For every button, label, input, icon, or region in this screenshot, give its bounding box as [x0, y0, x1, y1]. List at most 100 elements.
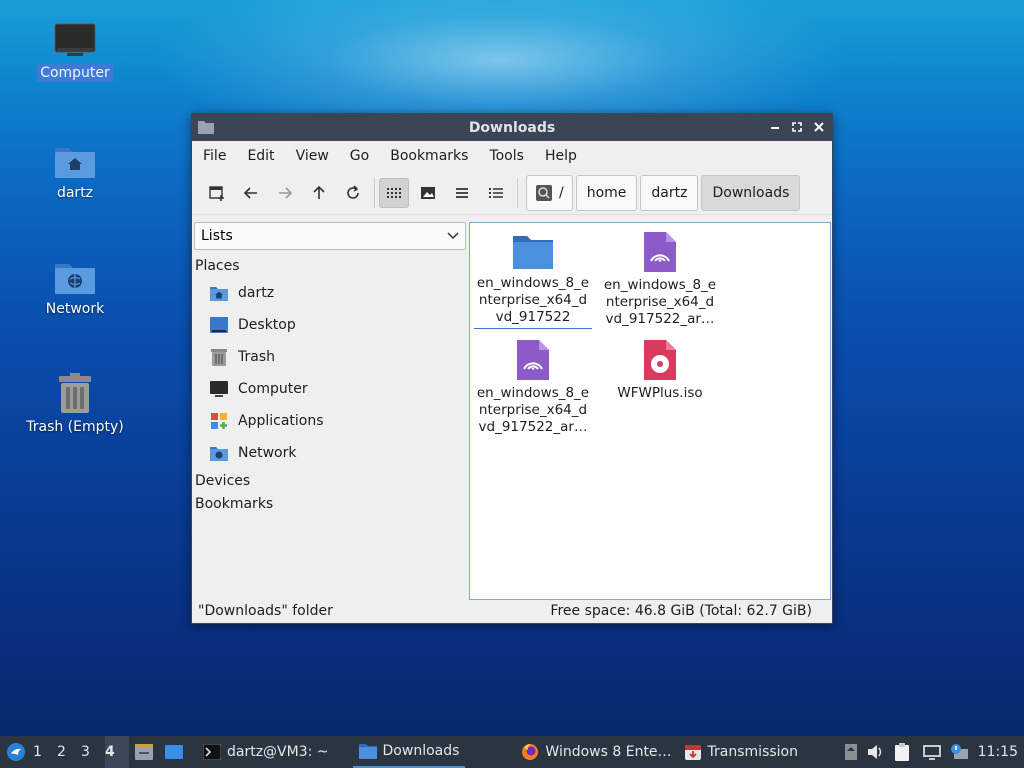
workspace-4[interactable]: 4	[105, 736, 129, 768]
side-pane-mode-select[interactable]: Lists	[194, 222, 466, 250]
reload-icon	[347, 184, 359, 199]
file-name-line: WFWPlus.iso	[617, 385, 703, 401]
file-item[interactable]: WFWPlus.iso	[600, 339, 720, 402]
section-bookmarks[interactable]: Bookmarks	[192, 492, 468, 515]
minimize-button[interactable]	[768, 118, 782, 136]
arrow-left-icon	[243, 186, 257, 199]
menu-tools[interactable]: Tools	[484, 148, 534, 164]
transmission-icon	[684, 745, 701, 760]
breadcrumb-downloads[interactable]: Downloads	[701, 174, 801, 211]
desktop-icon-label: Trash (Empty)	[26, 419, 124, 435]
volume-icon[interactable]	[866, 743, 884, 761]
title-bar[interactable]: Downloads	[192, 114, 832, 141]
menu-go[interactable]: Go	[345, 148, 379, 164]
workspace-2[interactable]: 2	[57, 736, 81, 768]
minimize-icon	[771, 127, 779, 129]
breadcrumb-home[interactable]: home	[575, 174, 638, 211]
close-icon	[814, 122, 824, 132]
menu-file[interactable]: File	[198, 148, 236, 164]
place-label: Desktop	[238, 317, 296, 333]
file-item[interactable]: en_windows_8_e nterprise_x64_d vd_917522…	[473, 339, 593, 436]
place-item-desktop[interactable]: Desktop	[192, 309, 468, 341]
back-button[interactable]	[236, 178, 266, 208]
desktop-icon-network[interactable]: Network	[20, 256, 130, 318]
clock[interactable]: 11:15	[978, 744, 1018, 760]
file-name-line: vd_917522_ar…	[478, 419, 588, 435]
detailed-view-button[interactable]	[481, 178, 511, 208]
icon-view-button[interactable]	[379, 177, 409, 208]
network-folder-icon	[55, 264, 95, 294]
taskbar: 1 2 3 4 dartz@VM3: ~ Downloads Windows 8…	[0, 736, 1024, 768]
home-folder-icon	[55, 148, 95, 178]
file-name-line: vd_917522_ar…	[605, 311, 715, 327]
show-desktop-icon	[165, 745, 183, 759]
breadcrumb-dartz[interactable]: dartz	[640, 174, 699, 211]
quicklaunch-files[interactable]	[129, 736, 159, 768]
maximize-icon	[792, 122, 802, 132]
tray-scroll-icon[interactable]	[844, 743, 858, 761]
section-devices[interactable]: Devices	[192, 469, 468, 492]
folder-icon	[358, 744, 377, 759]
place-item-network[interactable]: Network	[192, 437, 468, 469]
breadcrumb-root[interactable]: /	[526, 174, 573, 211]
desktop-icon-computer[interactable]: Computer	[20, 22, 130, 82]
task-label: Transmission	[707, 744, 798, 760]
task-transmission[interactable]: Transmission	[678, 736, 804, 768]
workspace-1[interactable]: 1	[33, 736, 57, 768]
desktop-icon-home[interactable]: dartz	[20, 140, 130, 202]
trash-icon	[211, 349, 227, 366]
place-label: Applications	[238, 413, 324, 429]
compact-view-button[interactable]	[447, 178, 477, 208]
grid-view-icon	[387, 187, 401, 198]
up-button[interactable]	[304, 178, 334, 208]
network-folder-icon	[210, 447, 228, 461]
reload-button[interactable]	[338, 178, 368, 208]
image-view-icon	[421, 186, 435, 199]
disc-image-icon	[644, 340, 676, 380]
side-pane: Lists Places dartz Desktop Trash Compute…	[192, 216, 468, 596]
desktop-icon-label: Network	[45, 301, 105, 317]
file-name-line: en_windows_8_e	[603, 277, 717, 293]
network-status-icon[interactable]	[922, 743, 942, 761]
place-item-trash[interactable]: Trash	[192, 341, 468, 373]
file-name-line: en_windows_8_e	[476, 385, 590, 401]
file-item[interactable]: en_windows_8_e nterprise_x64_d vd_917522	[473, 231, 593, 329]
quicklaunch-desktop[interactable]	[159, 736, 189, 768]
place-item-computer[interactable]: Computer	[192, 373, 468, 405]
start-menu-button[interactable]	[0, 736, 32, 768]
task-downloads[interactable]: Downloads	[352, 736, 466, 768]
focus-underline	[474, 328, 592, 329]
file-name: WFWPlus.iso	[600, 385, 720, 402]
workspace-3[interactable]: 3	[81, 736, 105, 768]
lubuntu-logo-icon	[7, 743, 25, 761]
section-places: Places	[195, 257, 240, 274]
drive-icon	[536, 184, 552, 201]
folder-icon	[513, 236, 553, 269]
new-tab-button[interactable]	[202, 178, 232, 208]
file-name-line: nterprise_x64_d	[478, 292, 588, 308]
task-terminal[interactable]: dartz@VM3: ~	[197, 736, 335, 768]
update-notifier-icon[interactable]	[950, 743, 970, 761]
arrow-up-icon	[313, 185, 325, 199]
menu-view[interactable]: View	[291, 148, 339, 164]
place-item-applications[interactable]: Applications	[192, 405, 468, 437]
close-button[interactable]	[812, 118, 826, 136]
menu-bookmarks[interactable]: Bookmarks	[385, 148, 478, 164]
file-view[interactable]: en_windows_8_e nterprise_x64_d vd_917522…	[469, 222, 831, 600]
new-tab-icon	[209, 185, 224, 201]
forward-button[interactable]	[270, 178, 300, 208]
place-label: Trash	[238, 349, 275, 365]
desktop-icon-trash[interactable]: Trash (Empty)	[20, 372, 130, 436]
task-label: Downloads	[382, 743, 460, 759]
compact-list-icon	[456, 187, 468, 198]
trash-icon	[59, 373, 91, 413]
menu-help[interactable]: Help	[540, 148, 587, 164]
thumbnail-view-button[interactable]	[413, 178, 443, 208]
clipboard-icon[interactable]	[892, 742, 914, 762]
menu-edit[interactable]: Edit	[242, 148, 284, 164]
task-firefox[interactable]: Windows 8 Ente…	[515, 736, 677, 768]
status-folder-text: "Downloads" folder	[198, 603, 333, 619]
maximize-button[interactable]	[790, 118, 804, 136]
place-item-dartz[interactable]: dartz	[192, 277, 468, 309]
file-item[interactable]: en_windows_8_e nterprise_x64_d vd_917522…	[600, 231, 720, 328]
